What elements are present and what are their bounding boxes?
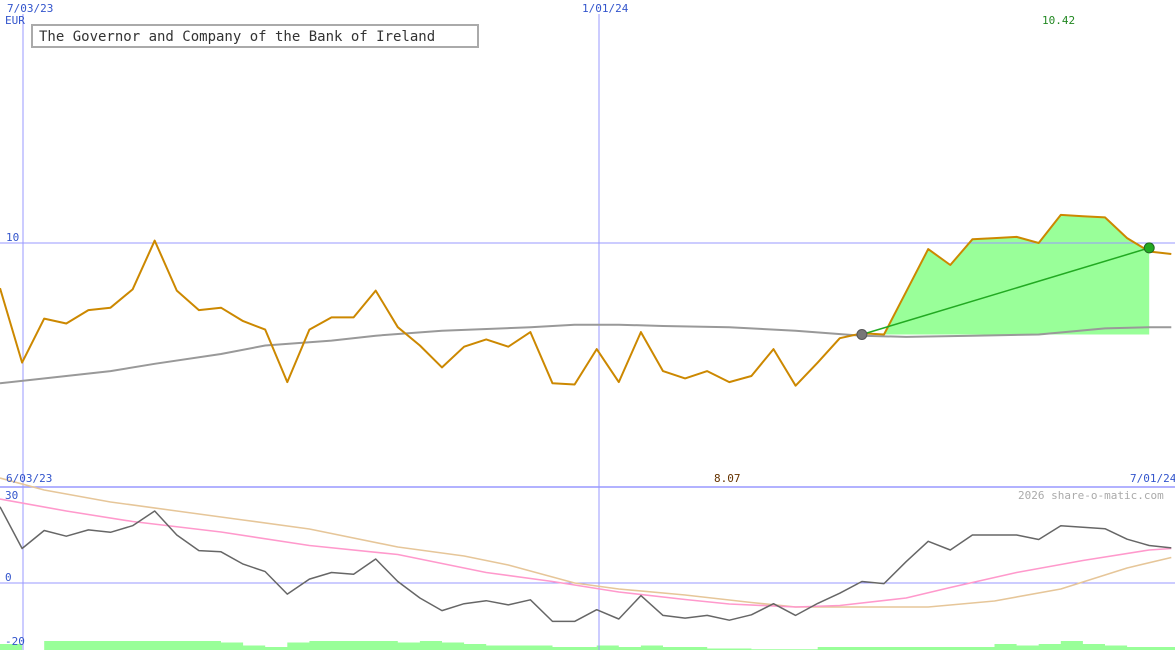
forecast-area [861, 214, 1150, 335]
stock-chart: 7/03/23 EUR 1/01/24 10.42 10 6/03/23 8.0… [0, 2, 1175, 650]
osc-tick-0: 0 [5, 571, 12, 584]
oscillator-tan-line [0, 477, 1172, 608]
date-label-mid: 1/01/24 [582, 2, 629, 15]
osc-tick-30: 30 [5, 489, 18, 502]
oscillator-main-line [0, 506, 1172, 623]
chart-title-box: The Governor and Company of the Bank of … [31, 24, 479, 48]
osc-tick-neg20: -20 [5, 635, 25, 648]
date-label-lower-start: 6/03/23 [6, 472, 52, 485]
oscillator-pink-line [0, 498, 1172, 608]
forecast-end-marker [1143, 242, 1155, 254]
chart-title: The Governor and Company of the Bank of … [39, 29, 435, 45]
forecast-start-marker [856, 329, 868, 340]
max-price-label: 10.42 [1042, 14, 1075, 27]
date-label-lower-end: 7/01/24 [1130, 472, 1175, 485]
currency-label: EUR [5, 14, 25, 27]
price-tick-10: 10 [6, 231, 19, 244]
credit-text: 2026 share-o-matic.com [1018, 489, 1164, 502]
min-price-label: 8.07 [714, 472, 741, 485]
volume-bars [0, 641, 1175, 650]
